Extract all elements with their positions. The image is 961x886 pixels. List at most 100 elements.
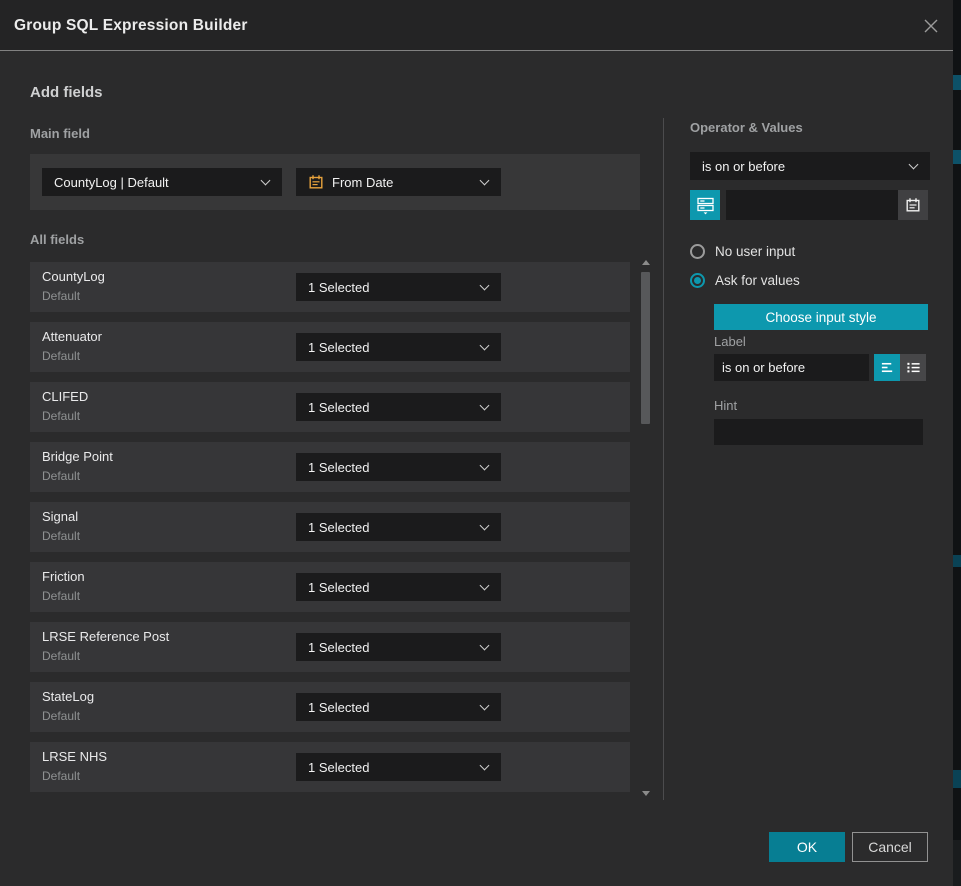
field-row: Bridge Point Default 1 Selected <box>30 442 630 492</box>
hint-label: Hint <box>714 398 737 413</box>
field-row: Attenuator Default 1 Selected <box>30 322 630 372</box>
radio-circle-icon <box>690 273 705 288</box>
field-name: LRSE NHS <box>42 749 107 764</box>
operator-values-heading: Operator & Values <box>690 120 803 135</box>
field-row: CLIFED Default 1 Selected <box>30 382 630 432</box>
field-values-select[interactable]: 1 Selected <box>296 393 501 421</box>
panel-divider <box>663 118 664 800</box>
date-picker-button[interactable] <box>898 190 928 220</box>
background-fragment <box>953 555 961 567</box>
group-sql-expression-builder-dialog: Group SQL Expression Builder Add fields … <box>0 0 953 886</box>
operator-select[interactable]: is on or before <box>690 152 930 180</box>
background-fragment <box>953 75 961 90</box>
all-fields-list: CountyLog Default 1 Selected Attenuator … <box>30 262 630 802</box>
value-input[interactable] <box>726 190 898 220</box>
chevron-down-icon <box>480 700 490 710</box>
field-name: StateLog <box>42 689 94 704</box>
field-sub: Default <box>42 289 80 303</box>
dialog-header: Group SQL Expression Builder <box>0 0 953 51</box>
scroll-up-arrow-icon[interactable] <box>642 260 650 265</box>
field-sub: Default <box>42 529 80 543</box>
chevron-down-icon <box>480 340 490 350</box>
chevron-down-icon <box>480 580 490 590</box>
radio-ask-for-values[interactable]: Ask for values <box>690 273 800 288</box>
field-name: Friction <box>42 569 85 584</box>
hint-input[interactable] <box>714 419 923 445</box>
field-row: Signal Default 1 Selected <box>30 502 630 552</box>
field-values-select[interactable]: 1 Selected <box>296 573 501 601</box>
field-values-select[interactable]: 1 Selected <box>296 513 501 541</box>
field-values-select-value: 1 Selected <box>308 700 369 715</box>
scrollbar-thumb[interactable] <box>641 272 650 424</box>
main-field-layer-select[interactable]: CountyLog | Default <box>42 168 282 196</box>
field-row: StateLog Default 1 Selected <box>30 682 630 732</box>
field-values-select-value: 1 Selected <box>308 760 369 775</box>
field-sub: Default <box>42 649 80 663</box>
align-left-icon <box>880 360 895 375</box>
main-field-band: CountyLog | Default From Date <box>30 154 640 210</box>
main-field-label: Main field <box>30 126 90 141</box>
dialog-title: Group SQL Expression Builder <box>14 0 248 51</box>
add-fields-heading: Add fields <box>30 84 103 101</box>
field-values-select-value: 1 Selected <box>308 460 369 475</box>
background-fragment <box>953 770 961 788</box>
field-values-select-value: 1 Selected <box>308 520 369 535</box>
label-input[interactable] <box>714 354 869 381</box>
field-name: CountyLog <box>42 269 105 284</box>
close-icon[interactable] <box>919 14 943 38</box>
list-icon <box>906 360 921 375</box>
chevron-down-icon <box>480 460 490 470</box>
field-values-select[interactable]: 1 Selected <box>296 693 501 721</box>
list-input-style-button[interactable] <box>900 354 926 381</box>
field-name: Attenuator <box>42 329 102 344</box>
field-values-select[interactable]: 1 Selected <box>296 333 501 361</box>
cancel-button[interactable]: Cancel <box>852 832 928 862</box>
scrollbar[interactable] <box>640 258 652 798</box>
chevron-down-icon <box>480 175 490 185</box>
all-fields-label: All fields <box>30 232 84 247</box>
chevron-down-icon <box>480 760 490 770</box>
operator-select-value: is on or before <box>702 159 785 174</box>
field-row: Friction Default 1 Selected <box>30 562 630 612</box>
radio-no-user-input[interactable]: No user input <box>690 244 795 259</box>
chevron-down-icon <box>480 280 490 290</box>
field-sub: Default <box>42 349 80 363</box>
field-row: LRSE NHS Default 1 Selected <box>30 742 630 792</box>
chevron-down-icon <box>909 159 919 169</box>
field-sub: Default <box>42 709 80 723</box>
field-name: Bridge Point <box>42 449 113 464</box>
main-field-date-select[interactable]: From Date <box>296 168 501 196</box>
calendar-icon <box>308 174 324 190</box>
scroll-down-arrow-icon[interactable] <box>642 791 650 796</box>
text-input-style-button[interactable] <box>874 354 900 381</box>
field-values-select-value: 1 Selected <box>308 280 369 295</box>
field-values-select[interactable]: 1 Selected <box>296 453 501 481</box>
label-label: Label <box>714 334 746 349</box>
background-app-edge <box>953 0 961 886</box>
calendar-icon <box>905 197 921 213</box>
input-rows-icon <box>696 196 715 215</box>
value-input-type-button[interactable] <box>690 190 720 220</box>
field-values-select-value: 1 Selected <box>308 640 369 655</box>
field-values-select[interactable]: 1 Selected <box>296 633 501 661</box>
field-sub: Default <box>42 409 80 423</box>
radio-label: No user input <box>715 244 795 259</box>
layer-select-value: CountyLog | Default <box>54 175 169 190</box>
field-values-select-value: 1 Selected <box>308 580 369 595</box>
field-sub: Default <box>42 469 80 483</box>
background-fragment <box>953 150 961 164</box>
field-row: CountyLog Default 1 Selected <box>30 262 630 312</box>
field-row: LRSE Reference Post Default 1 Selected <box>30 622 630 672</box>
chevron-down-icon <box>480 520 490 530</box>
date-select-value: From Date <box>332 175 393 190</box>
field-sub: Default <box>42 589 80 603</box>
radio-circle-icon <box>690 244 705 259</box>
field-values-select[interactable]: 1 Selected <box>296 273 501 301</box>
choose-input-style-button[interactable]: Choose input style <box>714 304 928 330</box>
field-values-select[interactable]: 1 Selected <box>296 753 501 781</box>
background-fragment <box>953 840 961 886</box>
radio-label: Ask for values <box>715 273 800 288</box>
field-name: CLIFED <box>42 389 88 404</box>
field-sub: Default <box>42 769 80 783</box>
ok-button[interactable]: OK <box>769 832 845 862</box>
